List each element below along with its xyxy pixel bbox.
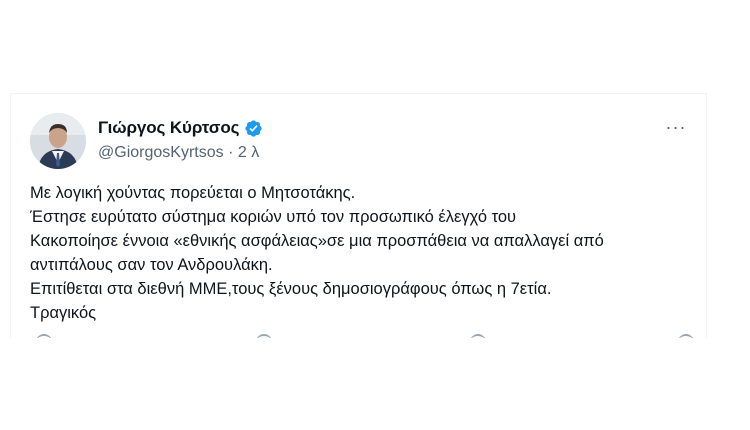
author-handle[interactable]: @GiorgosKyrtsos	[98, 144, 224, 161]
tweet-text-line: Επιτίθεται στα διεθνή ΜΜΕ,τους ξένους δη…	[30, 280, 552, 298]
action-bar	[30, 334, 694, 338]
more-options-button[interactable]: ···	[663, 117, 689, 137]
tweet-text-line: αντιπάλους σαν τον Ανδρουλάκη.	[30, 256, 273, 274]
tweet-text: Με λογική χούντας πορεύεται ο Μητσοτάκης…	[30, 181, 690, 325]
more-horizontal-icon: ···	[665, 116, 687, 137]
avatar-image	[30, 113, 86, 169]
tweet-card[interactable]: Γιώργος Κύρτσος @GiorgosKyrtsos · 2 λ ··…	[10, 93, 707, 338]
tweet-text-line: Κακοποίησε έννοια «εθνικής ασφάλειας»σε …	[30, 232, 604, 250]
verified-badge-icon	[244, 119, 263, 138]
author-name[interactable]: Γιώργος Κύρτσος	[98, 118, 239, 138]
avatar[interactable]	[30, 113, 86, 169]
dot-separator: ·	[228, 144, 234, 161]
handle-row: @GiorgosKyrtsos · 2 λ	[98, 144, 263, 162]
tweet-header: Γιώργος Κύρτσος @GiorgosKyrtsos · 2 λ	[98, 117, 263, 162]
tweet-text-line: Με λογική χούντας πορεύεται ο Μητσοτάκης…	[30, 184, 356, 202]
share-icon[interactable]	[678, 334, 694, 338]
tweet-text-line: Έστησε ευρύτατο σύστημα κοριών υπό τον π…	[30, 208, 517, 226]
retweet-icon[interactable]	[256, 334, 272, 338]
reply-icon[interactable]	[36, 334, 52, 338]
tweet-text-line: Τραγικός	[30, 304, 97, 322]
like-icon[interactable]	[470, 334, 486, 338]
tweet-time[interactable]: 2 λ	[238, 144, 259, 161]
